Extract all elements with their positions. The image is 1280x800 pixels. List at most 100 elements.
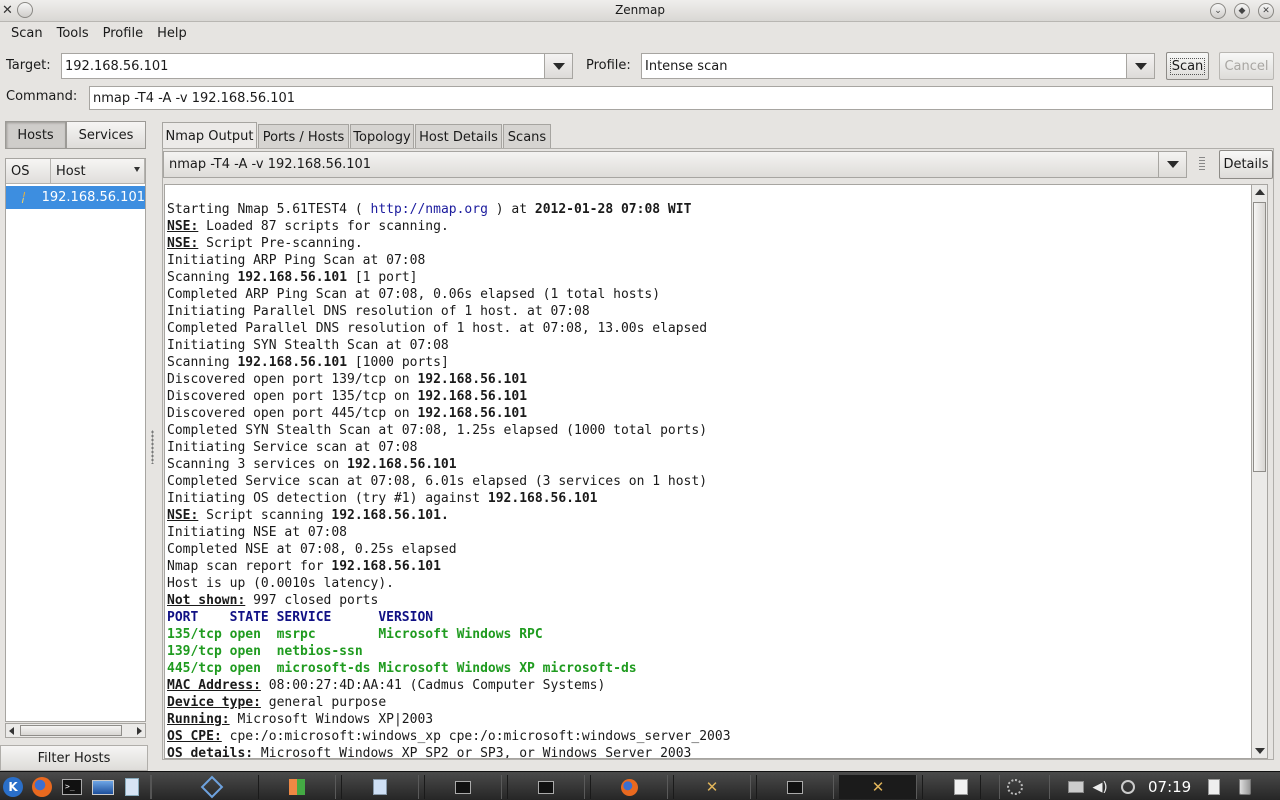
tab-topology[interactable]: Topology [350,124,414,149]
profile-value[interactable]: Intense scan [645,59,727,74]
hscroll-thumb[interactable] [20,725,122,736]
target-combo[interactable]: 192.168.56.101 [61,53,573,79]
hosts-toggle[interactable]: Hosts [5,121,66,149]
output-segment: NSE: [167,236,199,251]
scan-selector-arrow[interactable] [1158,152,1186,177]
taskbar-window-loading[interactable] [980,775,1050,799]
services-toggle[interactable]: Services [66,121,146,149]
menu-bar: Scan Tools Profile Help [0,22,1280,45]
firefox-icon[interactable] [30,775,54,799]
profile-combo[interactable]: Intense scan [641,53,1155,79]
output-line: 445/tcp open microsoft-ds Microsoft Wind… [167,660,731,677]
output-segment: 192.168.56.101 [347,457,457,472]
loading-icon [1007,779,1023,795]
output-segment: cpe:/o:microsoft:windows_xp cpe:/o:micro… [221,729,731,744]
tab-scans[interactable]: Scans [503,124,551,149]
output-line: Initiating Service scan at 07:08 [167,439,731,456]
output-line: 135/tcp open msrpc Microsoft Windows RPC [167,626,731,643]
scroll-right-icon[interactable] [137,727,142,735]
output-segment: [1000 ports] [347,355,449,370]
scroll-down-icon[interactable] [1255,748,1265,754]
output-line: Scanning 3 services on 192.168.56.101 [167,456,731,473]
cancel-button[interactable]: Cancel [1219,52,1274,80]
volume-icon[interactable]: ◀) [1090,775,1110,799]
minimize-icon[interactable]: ⌄ [1210,3,1226,19]
network-glyph [1068,781,1084,793]
output-segment: Initiating ARP Ping Scan at 07:08 [167,253,426,268]
firefox-icon [620,778,638,796]
virtualbox-icon[interactable] [200,775,224,799]
maximize-icon[interactable]: ◆ [1234,3,1250,19]
output-line: Discovered open port 135/tcp on 192.168.… [167,388,731,405]
monitor-icon[interactable] [90,775,116,799]
sort-arrow-icon [134,167,140,172]
output-line: Initiating NSE at 07:08 [167,524,731,541]
trash-icon[interactable] [1235,775,1255,799]
output-vscrollbar[interactable] [1251,184,1268,759]
chevron-down-icon [1166,161,1179,168]
output-segment: http://nmap.org [370,202,488,217]
column-os[interactable]: OS [6,159,51,184]
host-row[interactable]: 192.168.56.101 [6,186,145,209]
output-segment: Scanning [167,270,238,285]
scroll-left-icon[interactable] [9,727,14,735]
tab-host-details-label: Host Details [419,129,498,145]
output-segment: OS details: [167,746,254,759]
output-segment: Running: [167,712,230,727]
pane-resize-handle[interactable] [151,430,154,464]
kde-menu-icon[interactable]: K [1,775,25,799]
tab-host-details[interactable]: Host Details [415,124,502,149]
command-value[interactable]: nmap -T4 -A -v 192.168.56.101 [93,91,295,106]
details-button[interactable]: Details [1219,150,1273,179]
clock[interactable]: 07:19 [1148,778,1191,796]
menu-tools[interactable]: Tools [50,26,96,41]
terminal-icon[interactable]: >_ [60,775,84,799]
taskbar-window-zenmap-1[interactable]: ✕ [673,775,751,799]
output-segment: Initiating NSE at 07:08 [167,525,348,540]
taskbar-window-zenmap-active[interactable]: ✕ [839,775,917,799]
scroll-up-icon[interactable] [1255,189,1265,195]
output-line: Initiating SYN Stealth Scan at 07:08 [167,337,731,354]
tab-ports-hosts-label: Ports / Hosts [262,129,345,145]
output-segment: Script Pre-scanning. [198,236,363,251]
terminal-icon [538,780,554,794]
taskbar-window-terminal-3[interactable] [756,775,834,799]
taskbar-window-paint[interactable] [258,775,336,799]
output-line: Device type: general purpose [167,694,731,711]
column-host[interactable]: Host [51,159,145,184]
output-line: Initiating Parallel DNS resolution of 1 … [167,303,731,320]
terminal-icon [455,780,471,794]
profile-dropdown-arrow[interactable] [1126,54,1154,78]
command-input[interactable]: nmap -T4 -A -v 192.168.56.101 [89,86,1273,110]
target-dropdown-arrow[interactable] [544,54,572,78]
output-segment: 192.168.56.101. [331,508,449,523]
taskbar-window-document[interactable] [341,775,419,799]
taskbar-window-terminal-1[interactable] [424,775,502,799]
host-list[interactable]: OS Host 192.168.56.101 [5,158,146,722]
monitor-glyph [92,779,114,795]
taskbar-window-terminal-2[interactable] [507,775,585,799]
power-icon[interactable] [1118,775,1138,799]
menu-profile[interactable]: Profile [96,26,150,41]
target-value[interactable]: 192.168.56.101 [65,59,168,74]
nmap-output-text[interactable]: Starting Nmap 5.61TEST4 ( http://nmap.or… [164,184,1252,759]
vscroll-thumb[interactable] [1253,202,1266,472]
files-glyph [125,778,139,796]
network-icon[interactable] [1066,775,1086,799]
scan-button[interactable]: Scan [1166,52,1209,80]
firefox-glyph [32,777,52,797]
scan-selector[interactable]: nmap -T4 -A -v 192.168.56.101 [163,151,1187,178]
files-icon[interactable] [121,775,143,799]
output-segment: Initiating Service scan at 07:08 [167,440,418,455]
output-line: PORT STATE SERVICE VERSION [167,609,731,626]
filter-hosts-button[interactable]: Filter Hosts [0,745,148,771]
menu-help[interactable]: Help [150,26,194,41]
host-list-hscrollbar[interactable] [5,723,146,738]
clipboard-icon[interactable] [1204,775,1224,799]
taskbar-window-firefox[interactable] [590,775,668,799]
tab-ports-hosts[interactable]: Ports / Hosts [258,124,349,149]
tab-nmap-output[interactable]: Nmap Output [162,122,257,149]
menu-scan[interactable]: Scan [4,26,50,41]
close-icon[interactable]: ✕ [1258,3,1274,19]
output-segment: 997 closed ports [245,593,379,608]
